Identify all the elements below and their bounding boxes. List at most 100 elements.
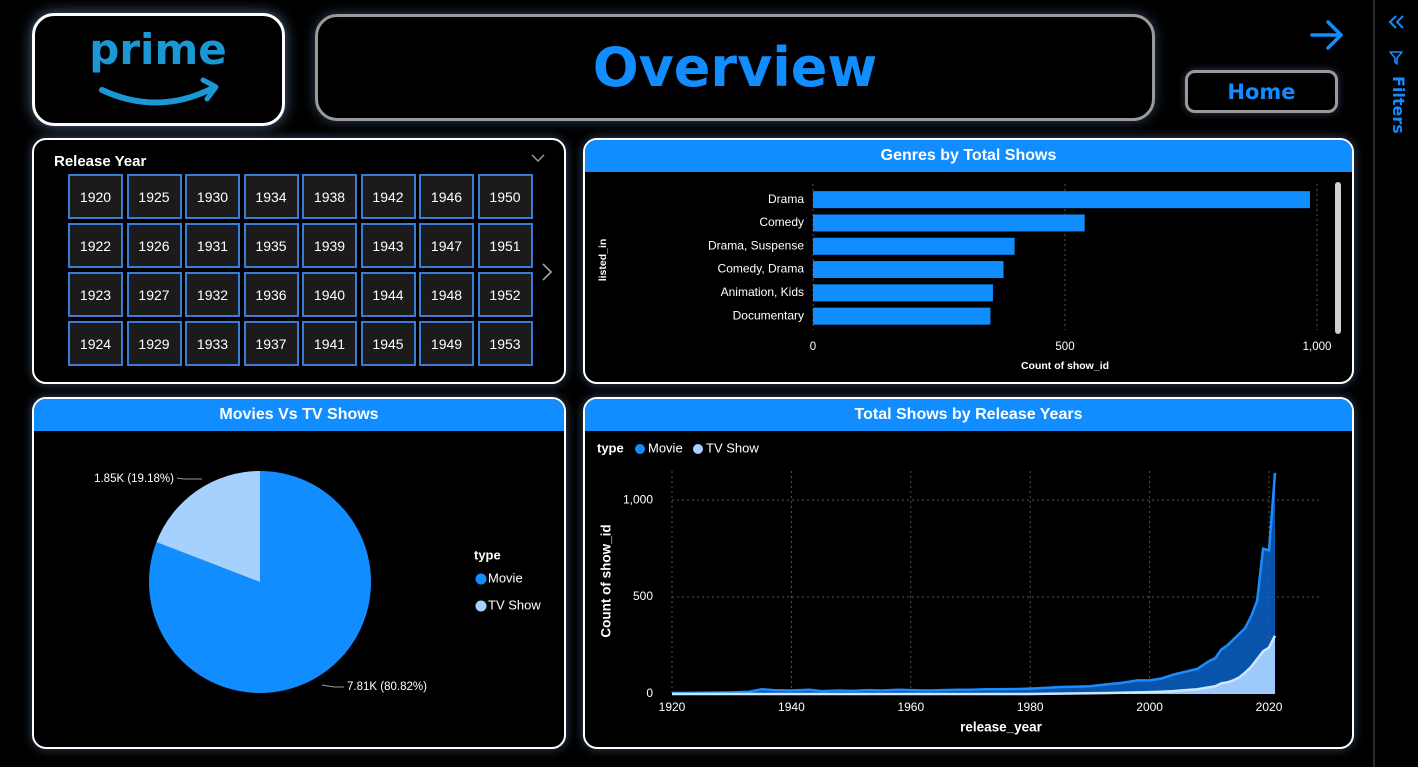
prime-logo-card: prime: [32, 13, 285, 126]
year-tile-1945[interactable]: 1945: [360, 321, 416, 366]
year-tile-1935[interactable]: 1935: [243, 223, 299, 268]
x-tick-label: 2000: [1136, 700, 1163, 714]
area-movie[interactable]: [672, 472, 1275, 694]
slicer-title: Release Year: [54, 153, 147, 170]
x-tick-label: 1940: [778, 700, 805, 714]
year-tile-1929[interactable]: 1929: [126, 321, 182, 366]
genres-bar-chart: Drama Comedy Drama, Suspense Comedy, Drama A…: [597, 182, 1341, 372]
year-tile-1933[interactable]: 1933: [185, 321, 240, 366]
year-tile-1940[interactable]: 1940: [302, 272, 357, 317]
page-title-card: Overview: [315, 14, 1155, 121]
y-tick-label: 0: [646, 686, 653, 700]
y-axis-label: Count of show_id: [599, 524, 614, 637]
x-tick-label: 1960: [897, 700, 924, 714]
year-tile-1920[interactable]: 1920: [68, 174, 123, 219]
leader-line: [321, 684, 344, 688]
year-tile-1926[interactable]: 1926: [126, 223, 182, 268]
collapse-pane-icon[interactable]: [1388, 14, 1406, 30]
release-years-title: Total Shows by Release Years: [585, 399, 1352, 431]
movies-vs-tv-pie-chart: 7.81K (80.82%) 1.85K (19.18%) type Movie TV …: [94, 471, 541, 693]
category-label: Comedy, Drama: [718, 262, 805, 276]
bar-comedy[interactable]: [813, 214, 1085, 232]
home-button[interactable]: Home: [1185, 70, 1338, 113]
page-title: Overview: [592, 36, 878, 99]
x-tick-label: 1980: [1017, 700, 1044, 714]
genres-chart-title: Genres by Total Shows: [585, 140, 1352, 172]
year-tile-1936[interactable]: 1936: [243, 272, 299, 317]
x-tick-label: 0: [810, 341, 816, 353]
bar-documentary[interactable]: [813, 307, 991, 325]
year-tile-1944[interactable]: 1944: [360, 272, 416, 317]
prime-logo-text: prime: [89, 25, 226, 74]
y-tick-label: 1,000: [623, 492, 653, 506]
legend-marker: [475, 573, 487, 585]
legend-item-movie: Movie: [488, 570, 523, 585]
year-tile-1951[interactable]: 1951: [477, 223, 533, 268]
year-tile-1941[interactable]: 1941: [302, 321, 357, 366]
scrollbar[interactable]: [1335, 182, 1341, 334]
legend-item-tv-show: TV Show: [488, 597, 541, 612]
legend-item-movie: Movie: [648, 440, 683, 455]
chevron-down-icon[interactable]: [530, 150, 546, 166]
year-tile-1943[interactable]: 1943: [360, 223, 416, 268]
category-label: Drama: [768, 192, 804, 206]
release-year-slicer: Release Year 1920 1925 1930 1934 1938 1942 194…: [32, 138, 566, 384]
legend-marker: [693, 444, 703, 454]
bar-drama-suspense[interactable]: [813, 237, 1015, 255]
year-tile-1953[interactable]: 1953: [477, 321, 533, 366]
prime-logo: prime: [89, 25, 227, 106]
category-label: Animation, Kids: [721, 285, 804, 299]
slice-label-movie: 7.81K (80.82%): [347, 681, 427, 693]
year-tile-1952[interactable]: 1952: [477, 272, 533, 317]
year-tile-1947[interactable]: 1947: [419, 223, 474, 268]
filter-icon: [1389, 51, 1403, 65]
year-tile-1942[interactable]: 1942: [360, 174, 416, 219]
movies-vs-tv-title: Movies Vs TV Shows: [34, 399, 564, 431]
year-tile-1923[interactable]: 1923: [68, 272, 123, 317]
year-tile-grid: 1920 1925 1930 1934 1938 1942 1946 1950 1922 1926…: [68, 174, 534, 366]
year-tile-1937[interactable]: 1937: [243, 321, 299, 366]
legend-title: type: [597, 440, 624, 455]
line-movie[interactable]: [671, 472, 1277, 695]
legend-item-tv-show: TV Show: [706, 440, 759, 455]
year-tile-1924[interactable]: 1924: [68, 321, 123, 366]
slice-label-tv-show: 1.85K (19.18%): [94, 473, 174, 485]
genres-chart-card: Genres by Total Shows Drama Comedy Drama, …: [583, 138, 1354, 384]
year-tile-1932[interactable]: 1932: [185, 272, 240, 317]
x-axis-label: release_year: [960, 720, 1043, 735]
category-label: Documentary: [733, 308, 804, 322]
leader-line: [176, 477, 202, 480]
bar-animation-kids[interactable]: [813, 284, 993, 302]
year-tile-1934[interactable]: 1934: [243, 174, 299, 219]
chevron-right-icon[interactable]: [540, 262, 554, 282]
year-tile-1950[interactable]: 1950: [477, 174, 533, 219]
year-tile-1938[interactable]: 1938: [302, 174, 357, 219]
year-tile-1930[interactable]: 1930: [185, 174, 240, 219]
bar-drama[interactable]: [813, 191, 1310, 209]
arrow-right-icon[interactable]: [1309, 18, 1345, 52]
legend-title: type: [474, 547, 501, 562]
year-tile-1927[interactable]: 1927: [126, 272, 182, 317]
category-label: Comedy: [759, 215, 804, 229]
legend-marker: [635, 444, 645, 454]
legend-marker: [475, 600, 487, 612]
year-tile-1925[interactable]: 1925: [126, 174, 182, 219]
release-years-card: Total Shows by Release Years type Movie TV…: [583, 397, 1354, 749]
x-tick-label: 2020: [1256, 700, 1283, 714]
year-tile-1922[interactable]: 1922: [68, 223, 123, 268]
year-tile-1946[interactable]: 1946: [419, 174, 474, 219]
bar-comedy-drama[interactable]: [813, 261, 1004, 279]
year-tile-1949[interactable]: 1949: [419, 321, 474, 366]
filters-label[interactable]: Filters: [1384, 76, 1408, 134]
prime-smile-icon: [99, 85, 216, 106]
year-tile-1931[interactable]: 1931: [185, 223, 240, 268]
y-tick-label: 500: [633, 589, 653, 603]
year-tile-1948[interactable]: 1948: [419, 272, 474, 317]
y-axis-label: listed_in: [597, 239, 609, 282]
release-years-area-chart: type Movie TV Show 0 500 1,000 1920 1940 1960 198…: [597, 440, 1320, 735]
x-tick-label: 500: [1055, 341, 1074, 353]
x-axis-label: Count of show_id: [1021, 360, 1109, 372]
category-label: Drama, Suspense: [708, 238, 804, 252]
year-tile-1939[interactable]: 1939: [302, 223, 357, 268]
x-tick-label: 1,000: [1303, 341, 1332, 353]
